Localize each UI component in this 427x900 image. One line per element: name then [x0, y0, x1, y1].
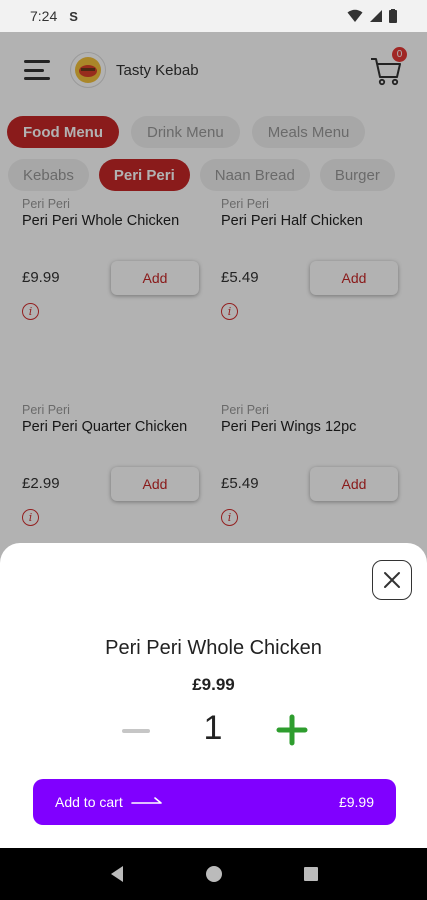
close-button[interactable]	[372, 560, 412, 600]
status-time: 7:24	[30, 8, 58, 24]
cart-total: £9.99	[338, 794, 374, 810]
system-nav-bar	[0, 848, 427, 900]
recents-icon[interactable]	[303, 866, 319, 882]
signal-icon	[370, 10, 382, 22]
battery-icon	[389, 9, 397, 23]
decrease-quantity-button[interactable]	[120, 711, 152, 751]
back-icon[interactable]	[109, 865, 125, 883]
sheet-product-title: Peri Peri Whole Chicken	[105, 637, 322, 659]
close-icon	[384, 572, 400, 588]
arrow-right-icon	[130, 797, 162, 804]
add-to-cart-sheet: Peri Peri Whole Chicken £9.99 1 Add to c…	[0, 543, 427, 848]
wifi-icon	[347, 9, 363, 22]
sheet-product-price: £9.99	[192, 675, 235, 694]
increase-quantity-button[interactable]	[276, 714, 308, 754]
home-icon[interactable]	[205, 865, 223, 883]
add-to-cart-label: Add to cart	[55, 794, 123, 810]
s-notification-icon: S	[69, 8, 78, 24]
plus-icon	[276, 714, 308, 746]
quantity-value: 1	[203, 709, 223, 747]
add-to-cart-button[interactable]: Add to cart £9.99	[33, 779, 396, 825]
status-bar: 7:24 S	[0, 0, 427, 32]
minus-icon	[122, 729, 150, 733]
